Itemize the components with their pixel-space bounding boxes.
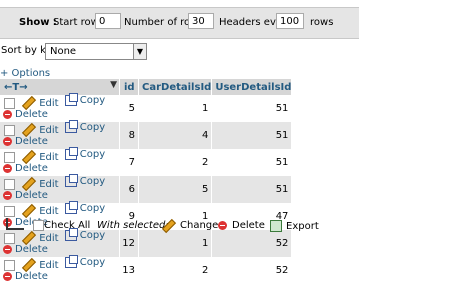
pencil-icon [22,176,37,192]
pencil-icon [22,122,37,138]
edit-link[interactable]: Edit [18,257,59,273]
delete-link[interactable]: Delete [0,109,48,120]
check-all-label[interactable]: Check All [44,220,90,231]
row-checkbox[interactable] [4,205,15,217]
delete-icon [3,137,12,146]
sort-by-key-select[interactable]: None ▼ [45,43,147,60]
row-checkbox[interactable] [4,124,15,136]
cell-id: 5 [119,95,139,122]
chevron-down-icon: ▼ [133,44,146,59]
copy-link[interactable]: Copy [62,93,105,106]
options-toggle[interactable]: + Options [0,68,50,79]
edit-link[interactable]: Edit [18,149,59,165]
copy-icon [64,201,78,214]
bulk-delete-button[interactable]: Delete [218,220,265,231]
table-row: Edit Copy Delete 8 4 51 [0,120,293,149]
headers-every-input[interactable] [276,13,304,29]
copy-link[interactable]: Copy [62,120,105,133]
copy-link[interactable]: Copy [62,255,105,268]
delete-link[interactable]: Delete [0,271,48,282]
start-row-input[interactable] [95,13,121,29]
export-button[interactable]: Export [270,220,319,232]
cell-userdetailsid: 51 [211,95,293,122]
table-row: Edit Copy Delete 6 5 51 [0,174,293,203]
rows-label: rows [310,17,334,28]
cell-id: 13 [119,257,139,284]
check-all-checkbox[interactable] [33,220,44,231]
cell-cardetailsid: 2 [138,149,213,176]
options-label: + Options [0,68,51,79]
pencil-icon [161,218,177,233]
cell-userdetailsid: 52 [211,257,293,284]
cell-userdetailsid: 51 [211,122,293,149]
with-selected-label: With selected: [97,220,169,231]
table-row: Edit Copy Delete 7 2 51 [0,147,293,176]
column-nav-header[interactable]: ←T→ ▼ [0,79,120,95]
delete-link[interactable]: Delete [0,244,48,255]
column-header-userdetailsid[interactable]: UserDetailsId [211,79,293,95]
display-options-toolbar: Show : Start row: Number of rows: Header… [0,7,359,39]
export-icon [270,220,282,232]
table-row: Edit Copy Delete 13 2 52 [0,255,293,284]
sort-direction-icon[interactable]: ▼ [110,80,117,90]
arrow-up-icon [6,218,24,230]
delete-icon [3,110,12,119]
row-checkbox[interactable] [4,97,15,109]
sort-by-key-value: None [50,46,77,57]
edit-link[interactable]: Edit [18,203,59,219]
pencil-icon [22,257,37,273]
edit-link[interactable]: Edit [18,95,59,111]
table-row: Edit Copy Delete 5 1 51 [0,93,293,122]
copy-link[interactable]: Copy [62,201,105,214]
cell-id: 6 [119,176,139,203]
cell-userdetailsid: 51 [211,176,293,203]
delete-icon [3,164,12,173]
delete-icon [3,245,12,254]
delete-icon [3,191,12,200]
edit-link[interactable]: Edit [18,122,59,138]
delete-icon [3,272,12,281]
cell-userdetailsid: 51 [211,149,293,176]
column-header-cardetailsid[interactable]: CarDetailsId [138,79,213,95]
column-header-id[interactable]: id [119,79,139,95]
show-button[interactable]: Show : [19,17,57,28]
results-table: ←T→ ▼ id CarDetailsId UserDetailsId Edit… [0,79,293,284]
pencil-icon [22,95,37,111]
cell-cardetailsid: 2 [138,257,213,284]
copy-icon [64,147,78,160]
copy-icon [64,255,78,268]
change-button[interactable]: Change [160,218,218,233]
row-checkbox[interactable] [4,151,15,163]
delete-link[interactable]: Delete [0,136,48,147]
cell-cardetailsid: 5 [138,176,213,203]
number-of-rows-input[interactable] [188,13,214,29]
cell-id: 8 [119,122,139,149]
delete-link[interactable]: Delete [0,190,48,201]
copy-icon [64,174,78,187]
copy-icon [64,120,78,133]
cell-cardetailsid: 1 [138,95,213,122]
column-nav-arrows[interactable]: ←T→ [4,82,28,93]
edit-link[interactable]: Edit [18,176,59,192]
delete-icon [218,221,227,230]
pencil-icon [22,149,37,165]
cell-id: 7 [119,149,139,176]
delete-link[interactable]: Delete [0,163,48,174]
row-checkbox[interactable] [4,178,15,190]
copy-icon [64,93,78,106]
cell-cardetailsid: 4 [138,122,213,149]
bulk-actions-bar: Check All With selected: Change Delete E… [0,216,340,236]
copy-link[interactable]: Copy [62,147,105,160]
row-checkbox[interactable] [4,259,15,271]
copy-link[interactable]: Copy [62,174,105,187]
